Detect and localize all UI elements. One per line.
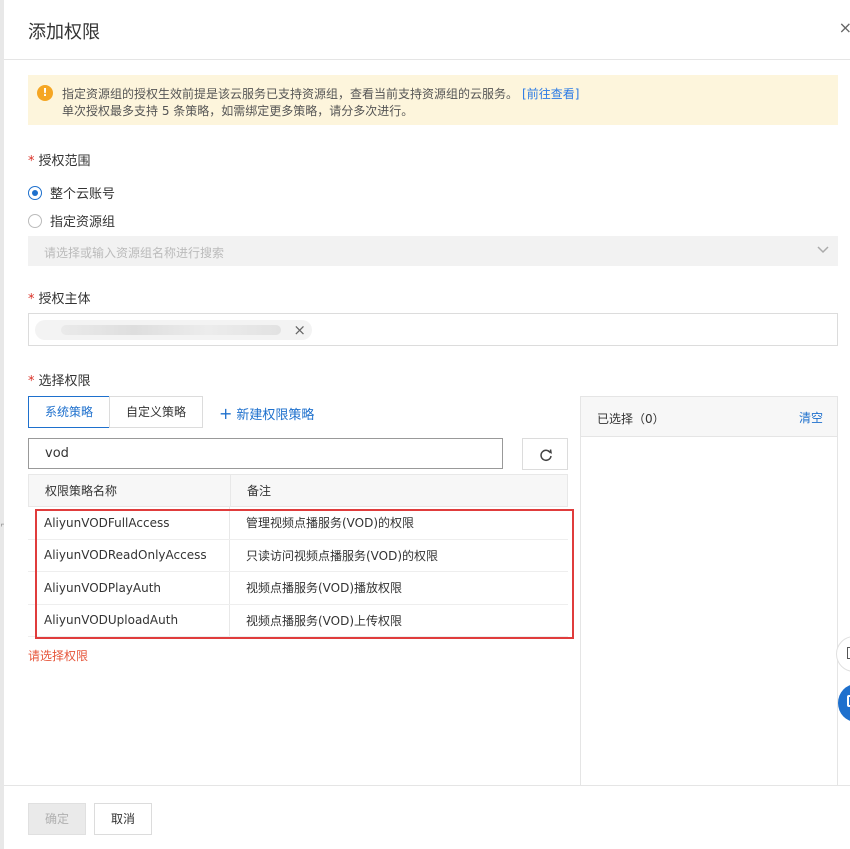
policy-note: 只读访问视频点播服务(VOD)的权限: [246, 548, 439, 563]
feedback-float-button[interactable]: [836, 636, 850, 672]
resource-group-select: 请选择或输入资源组名称进行搜索: [28, 236, 838, 266]
view-link[interactable]: [前往查看]: [522, 87, 579, 101]
radio-label: 整个云账号: [50, 187, 116, 202]
dialog-footer: 确定 取消: [4, 785, 850, 849]
clear-button[interactable]: 清空: [799, 409, 823, 426]
policy-note: 管理视频点播服务(VOD)的权限: [246, 516, 415, 531]
confirm-button[interactable]: 确定: [28, 803, 86, 835]
radio-label: 指定资源组: [50, 215, 116, 230]
tab-system-policy[interactable]: 系统策略: [28, 396, 111, 428]
add-permission-dialog: 添加权限 × ! 指定资源组的授权生效前提是该云服务已支持资源组，查看当前支持资…: [4, 0, 850, 849]
radio-unchecked-icon[interactable]: [28, 213, 42, 228]
radio-resource-group[interactable]: 指定资源组: [28, 211, 115, 230]
info-alert: ! 指定资源组的授权生效前提是该云服务已支持资源组，查看当前支持资源组的云服务。…: [28, 75, 838, 125]
selected-policies-panel: 已选择（0） 清空: [580, 396, 838, 786]
principal-tag: ×: [35, 320, 312, 340]
app-grid-float-button[interactable]: [838, 684, 850, 722]
alert-line-2: 单次授权最多支持 5 条策略，如需绑定更多策略，请分多次进行。: [62, 104, 414, 118]
validation-error: 请选择权限: [28, 649, 89, 663]
new-policy-label: 新建权限策略: [236, 408, 315, 423]
scope-label: * 授权范围: [28, 150, 91, 169]
redacted-principal: [61, 325, 281, 335]
policy-name: AliyunVODPlayAuth: [28, 572, 230, 604]
refresh-button[interactable]: [522, 438, 568, 470]
chevron-down-icon: [817, 246, 829, 254]
policy-name: AliyunVODReadOnlyAccess: [28, 539, 230, 571]
radio-whole-account[interactable]: 整个云账号: [28, 183, 115, 202]
policy-name: AliyunVODFullAccess: [28, 507, 230, 539]
policy-note: 视频点播服务(VOD)上传权限: [246, 613, 403, 628]
permissions-label: * 选择权限: [28, 370, 91, 389]
radio-checked-icon[interactable]: [28, 185, 42, 200]
policy-search-input[interactable]: [28, 438, 503, 469]
selected-panel-header: 已选择（0） 清空: [581, 397, 837, 437]
cancel-button[interactable]: 取消: [94, 803, 152, 835]
table-row[interactable]: AliyunVODFullAccess 管理视频点播服务(VOD)的权限: [28, 507, 568, 540]
principal-input[interactable]: ×: [28, 313, 838, 346]
remove-tag-icon[interactable]: ×: [293, 321, 306, 339]
column-header-name: 权限策略名称: [29, 475, 231, 506]
column-header-note: 备注: [247, 484, 272, 498]
select-placeholder: 请选择或输入资源组名称进行搜索: [44, 246, 225, 260]
scope-label-text: 授权范围: [38, 154, 91, 169]
dialog-header: 添加权限 ×: [4, 0, 850, 60]
required-mark: *: [28, 374, 35, 389]
alert-line-1: 指定资源组的授权生效前提是该云服务已支持资源组，查看当前支持资源组的云服务。 [前…: [62, 85, 579, 102]
table-row[interactable]: AliyunVODUploadAuth 视频点播服务(VOD)上传权限: [28, 604, 568, 637]
required-mark: *: [28, 154, 35, 169]
policy-tabs: 系统策略 自定义策略: [28, 396, 204, 428]
tab-custom-policy[interactable]: 自定义策略: [109, 396, 204, 428]
principal-label: * 授权主体: [28, 288, 91, 307]
table-row[interactable]: AliyunVODPlayAuth 视频点播服务(VOD)播放权限: [28, 572, 568, 605]
permissions-label-text: 选择权限: [38, 374, 91, 389]
principal-label-text: 授权主体: [38, 292, 91, 307]
close-icon[interactable]: ×: [839, 18, 850, 37]
policy-table: 权限策略名称 备注 AliyunVODFullAccess 管理视频点播服务(V…: [28, 474, 568, 637]
dialog-title: 添加权限: [28, 22, 100, 43]
policy-name: AliyunVODUploadAuth: [28, 604, 230, 636]
table-row[interactable]: AliyunVODReadOnlyAccess 只读访问视频点播服务(VOD)的…: [28, 539, 568, 572]
selected-count: 已选择（0）: [597, 412, 665, 426]
alert-text-1: 指定资源组的授权生效前提是该云服务已支持资源组，查看当前支持资源组的云服务。: [62, 87, 519, 101]
policy-note: 视频点播服务(VOD)播放权限: [246, 581, 403, 596]
new-policy-button[interactable]: + 新建权限策略: [219, 404, 314, 423]
refresh-icon: [540, 449, 552, 462]
warning-icon: !: [37, 85, 53, 101]
table-header: 权限策略名称 备注: [28, 474, 568, 507]
plus-icon: +: [219, 403, 233, 423]
required-mark: *: [28, 292, 35, 307]
